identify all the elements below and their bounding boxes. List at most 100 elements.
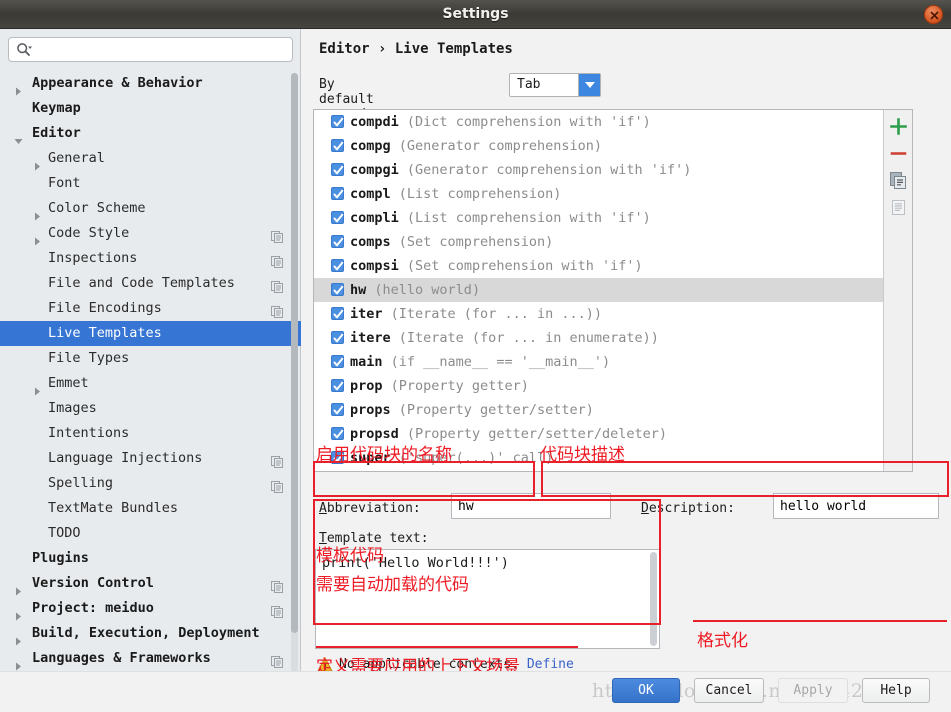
sidebar-item-file-encodings[interactable]: File Encodings bbox=[0, 296, 301, 321]
template-description: (Dict comprehension with 'if') bbox=[406, 114, 651, 130]
template-text-box[interactable] bbox=[315, 549, 660, 649]
sidebar-item-spelling[interactable]: Spelling bbox=[0, 471, 301, 496]
template-row[interactable]: props (Property getter/setter) bbox=[314, 398, 901, 422]
sidebar-scrollbar-thumb[interactable] bbox=[291, 73, 298, 633]
template-checkbox[interactable] bbox=[331, 331, 344, 344]
sidebar-item-languages-frameworks[interactable]: Languages & Frameworks bbox=[0, 646, 301, 671]
copy-icon[interactable] bbox=[888, 170, 909, 191]
template-row[interactable]: compli (List comprehension with 'if') bbox=[314, 206, 901, 230]
template-row[interactable]: comps (Set comprehension) bbox=[314, 230, 901, 254]
template-text-mnemonic: T bbox=[319, 531, 327, 546]
template-row[interactable]: compg (Generator comprehension) bbox=[314, 134, 901, 158]
cancel-button[interactable]: Cancel bbox=[694, 678, 764, 703]
template-checkbox[interactable] bbox=[331, 139, 344, 152]
minus-icon[interactable] bbox=[888, 143, 909, 164]
template-row[interactable]: prop (Property getter) bbox=[314, 374, 901, 398]
template-checkbox[interactable] bbox=[331, 163, 344, 176]
template-row[interactable]: compsi (Set comprehension with 'if') bbox=[314, 254, 901, 278]
sidebar-item-images[interactable]: Images bbox=[0, 396, 301, 421]
template-text-scrollbar-thumb[interactable] bbox=[650, 552, 657, 646]
close-icon[interactable] bbox=[924, 5, 943, 24]
template-row[interactable]: iter (Iterate (for ... in ...)) bbox=[314, 302, 901, 326]
chevron-right-icon[interactable] bbox=[33, 380, 42, 396]
sidebar-item-appearance-behavior[interactable]: Appearance & Behavior bbox=[0, 71, 301, 96]
chevron-right-icon[interactable] bbox=[14, 580, 23, 596]
chevron-right-icon[interactable] bbox=[14, 630, 23, 646]
sidebar-item-keymap[interactable]: Keymap bbox=[0, 96, 301, 121]
sidebar-item-todo[interactable]: TODO bbox=[0, 521, 301, 546]
sidebar-item-inspections[interactable]: Inspections bbox=[0, 246, 301, 271]
search-box[interactable] bbox=[8, 37, 293, 62]
template-group-row[interactable]: SQL bbox=[314, 470, 901, 471]
live-templates-panel: Editor › Live Templates By default expan… bbox=[301, 29, 951, 684]
sidebar-item-label: Intentions bbox=[48, 425, 130, 441]
sidebar-item-build-execution-deployment[interactable]: Build, Execution, Deployment bbox=[0, 621, 301, 646]
template-row[interactable]: main (if __name__ == '__main__') bbox=[314, 350, 901, 374]
chevron-right-icon[interactable] bbox=[33, 230, 42, 246]
sidebar-item-textmate-bundles[interactable]: TextMate Bundles bbox=[0, 496, 301, 521]
chevron-down-icon[interactable] bbox=[578, 74, 600, 96]
sidebar-item-live-templates[interactable]: Live Templates bbox=[0, 321, 301, 346]
chevron-right-icon[interactable] bbox=[14, 80, 23, 96]
template-row[interactable]: propsd (Property getter/setter/deleter) bbox=[314, 422, 901, 446]
sidebar-item-color-scheme[interactable]: Color Scheme bbox=[0, 196, 301, 221]
search-input[interactable] bbox=[41, 39, 289, 60]
chevron-right-icon[interactable] bbox=[14, 655, 23, 671]
help-button[interactable]: Help bbox=[862, 678, 930, 703]
sidebar-item-label: Live Templates bbox=[48, 325, 162, 341]
ok-button[interactable]: OK bbox=[612, 678, 680, 703]
sidebar-item-file-types[interactable]: File Types bbox=[0, 346, 301, 371]
sidebar-item-file-and-code-templates[interactable]: File and Code Templates bbox=[0, 271, 301, 296]
sidebar-item-label: Keymap bbox=[32, 100, 81, 116]
template-abbreviation: compg bbox=[350, 138, 391, 154]
template-abbreviation: compl bbox=[350, 186, 391, 202]
sidebar-item-plugins[interactable]: Plugins bbox=[0, 546, 301, 571]
template-row[interactable]: compgi (Generator comprehension with 'if… bbox=[314, 158, 901, 182]
template-checkbox[interactable] bbox=[331, 259, 344, 272]
default-expand-select[interactable]: Tab bbox=[509, 73, 601, 97]
sidebar-item-label: File and Code Templates bbox=[48, 275, 235, 291]
chevron-down-icon[interactable] bbox=[14, 130, 23, 144]
template-row[interactable]: hw (hello world) bbox=[314, 278, 901, 302]
description-input[interactable] bbox=[773, 493, 939, 519]
abbreviation-input[interactable] bbox=[451, 493, 611, 519]
sidebar-item-general[interactable]: General bbox=[0, 146, 301, 171]
template-checkbox[interactable] bbox=[331, 283, 344, 296]
templates-list[interactable]: compdi (Dict comprehension with 'if') com… bbox=[313, 109, 913, 472]
sidebar-scrollbar[interactable] bbox=[291, 73, 298, 673]
apply-button[interactable]: Apply bbox=[778, 678, 848, 703]
chevron-right-icon[interactable] bbox=[33, 205, 42, 221]
sidebar-item-code-style[interactable]: Code Style bbox=[0, 221, 301, 246]
templates-toolbar bbox=[883, 110, 912, 471]
chevron-right-icon[interactable] bbox=[14, 605, 23, 621]
sidebar-item-version-control[interactable]: Version Control bbox=[0, 571, 301, 596]
template-checkbox[interactable] bbox=[331, 403, 344, 416]
template-row[interactable]: itere (Iterate (for ... in enumerate)) bbox=[314, 326, 901, 350]
paste-icon[interactable] bbox=[888, 197, 909, 218]
sidebar-item-language-injections[interactable]: Language Injections bbox=[0, 446, 301, 471]
template-row[interactable]: super ('super(...)' call) bbox=[314, 446, 901, 470]
template-checkbox[interactable] bbox=[331, 211, 344, 224]
template-checkbox[interactable] bbox=[331, 187, 344, 200]
template-checkbox[interactable] bbox=[331, 379, 344, 392]
settings-sidebar: Appearance & Behavior Keymap Editor General… bbox=[0, 29, 301, 684]
sidebar-item-project-meiduo[interactable]: Project: meiduo bbox=[0, 596, 301, 621]
plus-icon[interactable] bbox=[888, 116, 909, 137]
sidebar-item-label: Plugins bbox=[32, 550, 89, 566]
template-checkbox[interactable] bbox=[331, 115, 344, 128]
template-text-editor[interactable] bbox=[320, 552, 644, 648]
define-context-link[interactable]: Define bbox=[527, 657, 574, 672]
template-checkbox[interactable] bbox=[331, 427, 344, 440]
chevron-right-icon[interactable] bbox=[33, 155, 42, 171]
template-checkbox[interactable] bbox=[331, 235, 344, 248]
template-row[interactable]: compl (List comprehension) bbox=[314, 182, 901, 206]
sidebar-item-emmet[interactable]: Emmet bbox=[0, 371, 301, 396]
template-abbreviation: main bbox=[350, 354, 383, 370]
sidebar-item-intentions[interactable]: Intentions bbox=[0, 421, 301, 446]
template-checkbox[interactable] bbox=[331, 355, 344, 368]
template-checkbox[interactable] bbox=[331, 307, 344, 320]
template-checkbox[interactable] bbox=[331, 451, 344, 464]
template-row[interactable]: compdi (Dict comprehension with 'if') bbox=[314, 110, 901, 134]
sidebar-item-editor[interactable]: Editor bbox=[0, 121, 301, 146]
sidebar-item-font[interactable]: Font bbox=[0, 171, 301, 196]
